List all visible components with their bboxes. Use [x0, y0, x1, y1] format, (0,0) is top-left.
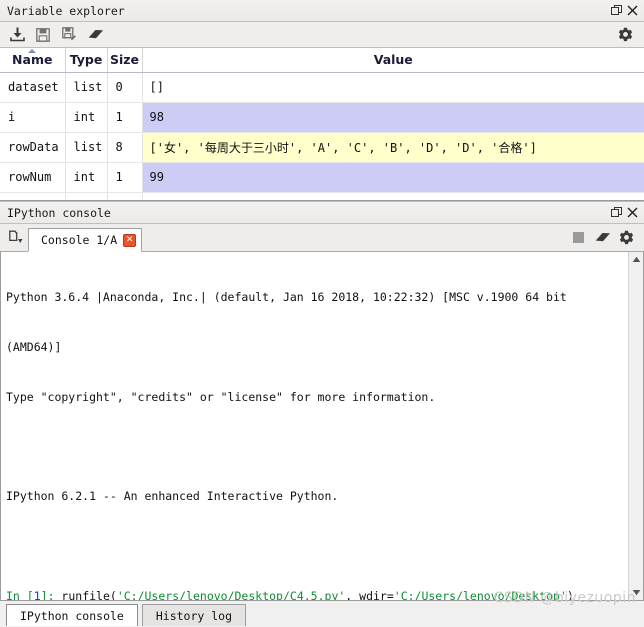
- remove-all-variables-icon[interactable]: [590, 224, 614, 250]
- variable-size: 1: [107, 162, 143, 193]
- console-text[interactable]: Python 3.6.4 |Anaconda, Inc.| (default, …: [1, 252, 628, 600]
- remove-all-variables-icon[interactable]: [82, 23, 108, 47]
- variable-type: int: [65, 102, 108, 133]
- command-end-paren: ): [566, 588, 574, 600]
- column-header-value[interactable]: Value: [142, 48, 644, 73]
- column-header-type[interactable]: Type: [65, 48, 108, 73]
- variable-value[interactable]: 99: [142, 162, 644, 193]
- close-icon[interactable]: [624, 3, 640, 19]
- column-header-value-label: Value: [373, 52, 413, 68]
- console-title: IPython console: [7, 205, 111, 220]
- in-prompt-label-end: ]:: [40, 588, 62, 600]
- scroll-up-arrow-icon[interactable]: [628, 252, 643, 267]
- variable-name: dataset: [0, 72, 66, 103]
- variable-explorer-title: Variable explorer: [7, 3, 125, 18]
- console-banner-line: IPython 6.2.1 -- An enhanced Interactive…: [6, 489, 339, 504]
- column-header-name[interactable]: Name: [0, 48, 66, 73]
- table-row[interactable]: i int 1 98: [0, 102, 644, 133]
- save-data-icon[interactable]: [30, 23, 56, 47]
- command-arg-wdir: 'C:/Users/lenovo/Desktop': [393, 588, 567, 600]
- variable-type: list: [65, 72, 108, 103]
- column-header-size[interactable]: Size: [107, 48, 143, 73]
- variable-explorer-toolbar: [0, 22, 644, 48]
- column-header-size-label: Size: [109, 52, 140, 68]
- tab-label: History log: [155, 608, 233, 623]
- variable-explorer-titlebar: Variable explorer: [0, 0, 644, 22]
- table-filler-row: [0, 192, 644, 200]
- console-banner-line: Type "copyright", "credits" or "license"…: [6, 389, 436, 404]
- filler-cell: [0, 192, 66, 200]
- stop-square-icon[interactable]: [566, 224, 590, 250]
- column-header-type-label: Type: [69, 52, 103, 68]
- tab-label: Console 1/A: [41, 233, 118, 247]
- variables-table-body: dataset list 0 [] i int 1 98 rowData lis…: [0, 72, 644, 200]
- sort-ascending-icon: [28, 49, 37, 53]
- filler-cell: [65, 192, 108, 200]
- column-header-name-label: Name: [12, 52, 53, 68]
- close-icon[interactable]: ✕: [123, 233, 137, 247]
- variable-size: 8: [107, 132, 143, 163]
- console-output-area[interactable]: Python 3.6.4 |Anaconda, Inc.| (default, …: [0, 252, 644, 601]
- console-titlebar: IPython console: [0, 202, 644, 224]
- console-tabbar: Console 1/A ✕: [0, 224, 644, 252]
- variable-value[interactable]: 98: [142, 102, 644, 133]
- close-icon[interactable]: [624, 205, 640, 221]
- ipython-console-pane: IPython console Console 1/A ✕ Python 3.6…: [0, 201, 644, 601]
- table-row[interactable]: dataset list 0 []: [0, 72, 644, 103]
- undock-icon[interactable]: [608, 205, 624, 221]
- in-prompt-label: In [: [6, 588, 34, 600]
- import-data-icon[interactable]: [4, 23, 30, 47]
- options-gear-icon[interactable]: [614, 224, 638, 250]
- variable-name: rowData: [0, 132, 66, 163]
- command-function: runfile(: [61, 588, 117, 600]
- scrollbar-track[interactable]: [628, 267, 643, 585]
- variables-table: Name Type Size Value dataset list 0 [] i…: [0, 48, 644, 200]
- spyder-ide-window: Variable explorer Name Type Size Value d…: [0, 0, 644, 627]
- tab-ipython-console[interactable]: IPython console: [6, 604, 138, 626]
- console-banner-line: Python 3.6.4 |Anaconda, Inc.| (default, …: [6, 290, 567, 305]
- browse-tabs-icon[interactable]: [4, 224, 28, 250]
- variable-name: rowNum: [0, 162, 66, 193]
- variable-name: i: [0, 102, 66, 133]
- variable-value[interactable]: []: [142, 72, 644, 103]
- table-row[interactable]: rowData list 8 ['女', '每周大于三小时', 'A', 'C'…: [0, 132, 644, 163]
- options-gear-icon[interactable]: [612, 23, 638, 47]
- table-header-row: Name Type Size Value: [0, 48, 644, 73]
- filler-cell: [107, 192, 143, 200]
- console-input-prompt-line: In [1]: runfile('C:/Users/lenovo/Desktop…: [6, 588, 628, 600]
- tab-console-1a[interactable]: Console 1/A ✕: [28, 228, 143, 252]
- variable-explorer-table-container[interactable]: Name Type Size Value dataset list 0 [] i…: [0, 48, 644, 201]
- tab-history-log[interactable]: History log: [141, 604, 247, 626]
- filler-cell: [142, 192, 644, 200]
- variable-type: int: [65, 162, 108, 193]
- variable-size: 1: [107, 102, 143, 133]
- console-banner-line: (AMD64)]: [6, 339, 62, 354]
- command-arg-script-path: 'C:/Users/lenovo/Desktop/C4.5.py': [116, 588, 346, 600]
- in-prompt-number: 1: [33, 588, 41, 600]
- save-data-as-icon[interactable]: [56, 23, 82, 47]
- console-scrollbar[interactable]: [628, 252, 643, 600]
- command-arg-separator: , wdir=: [345, 588, 394, 600]
- interrupt-kernel-button[interactable]: [572, 231, 584, 243]
- scroll-down-arrow-icon[interactable]: [628, 585, 643, 600]
- variable-value[interactable]: ['女', '每周大于三小时', 'A', 'C', 'B', 'D', 'D'…: [142, 132, 644, 163]
- table-row[interactable]: rowNum int 1 99: [0, 162, 644, 193]
- variable-type: list: [65, 132, 108, 163]
- tab-label: IPython console: [20, 608, 124, 623]
- variable-size: 0: [107, 72, 143, 103]
- bottom-tabbar: IPython console History log: [0, 601, 644, 627]
- undock-icon[interactable]: [608, 3, 624, 19]
